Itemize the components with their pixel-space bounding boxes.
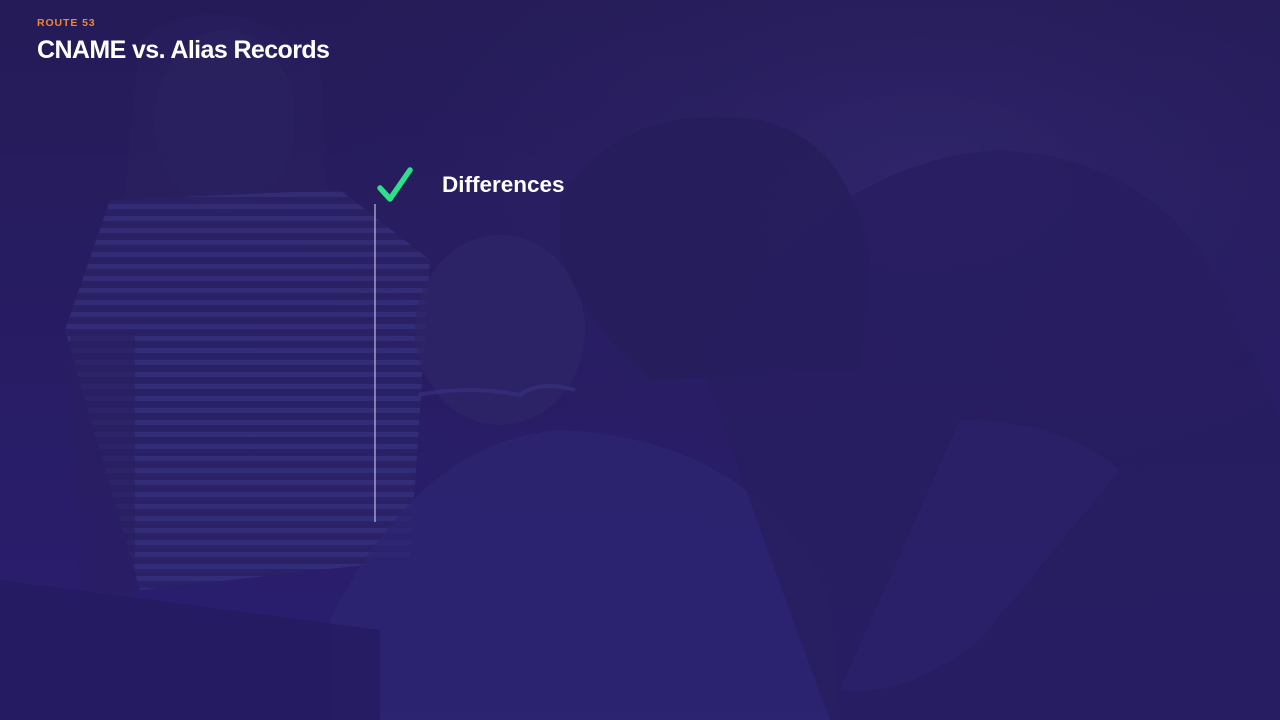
background-photo xyxy=(0,0,1280,720)
checkmark-icon xyxy=(377,167,413,205)
slide-header: ROUTE 53 CNAME vs. Alias Records xyxy=(37,17,330,64)
slide-kicker: ROUTE 53 xyxy=(37,17,96,29)
slide-title: CNAME vs. Alias Records xyxy=(37,36,330,64)
checklist-item-differences: Differences xyxy=(442,172,565,197)
timeline-line xyxy=(374,204,376,522)
